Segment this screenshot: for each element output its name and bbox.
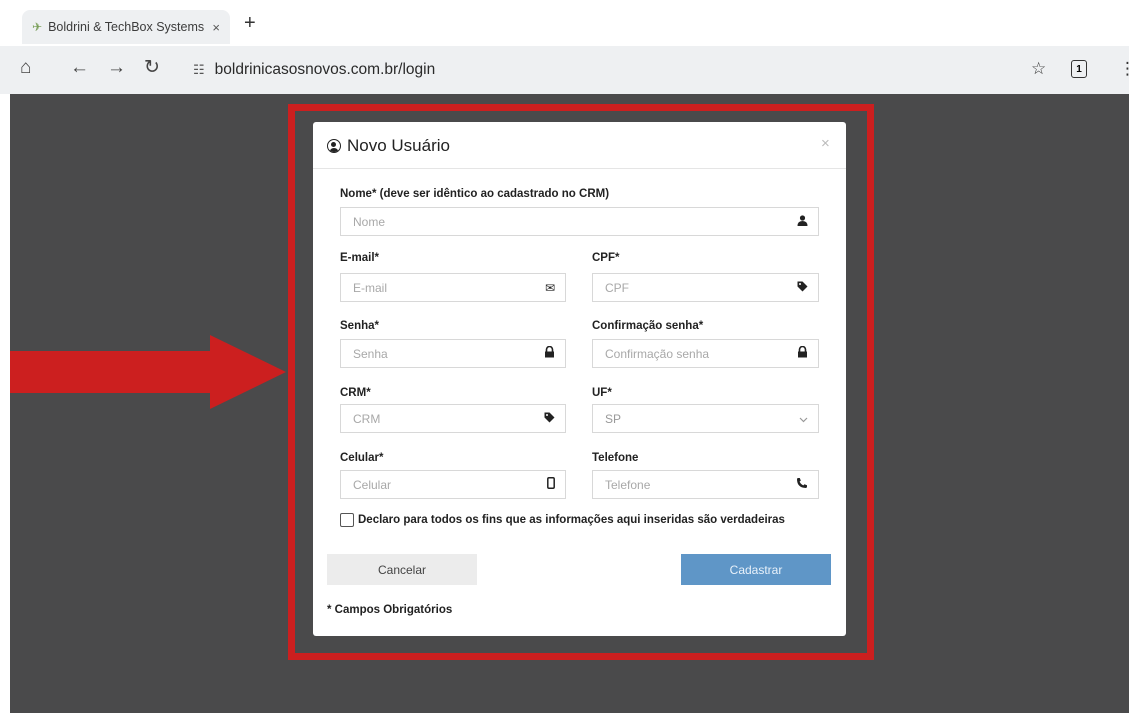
declaration-text: Declaro para todos os fins que as inform… [358, 514, 785, 526]
telefone-placeholder: Telefone [605, 477, 651, 492]
chevron-down-icon [799, 412, 808, 426]
celular-placeholder: Celular [353, 477, 392, 492]
site-favicon-icon: ✈ [32, 20, 43, 34]
modal-title-text: Novo Usuário [347, 136, 450, 155]
tab-close-button[interactable]: × [212, 20, 220, 35]
user-circle-icon [327, 139, 341, 153]
crm-placeholder: CRM [353, 411, 381, 426]
forward-icon[interactable]: → [107, 58, 126, 78]
browser-tab[interactable]: ✈ Boldrini & TechBox Systems × [22, 10, 230, 44]
tag-icon [797, 281, 808, 295]
senha-label: Senha* [340, 320, 379, 332]
home-icon[interactable]: ⌂ [20, 58, 31, 78]
lock-icon [797, 345, 808, 361]
celular-input[interactable]: Celular [340, 470, 566, 499]
telefone-input[interactable]: Telefone [592, 470, 819, 499]
nome-label: Nome* (deve ser idêntico ao cadastrado n… [340, 188, 610, 200]
senha-placeholder: Senha [353, 346, 388, 361]
nome-input[interactable]: Nome [340, 207, 819, 236]
tab-title: Boldrini & TechBox Systems [48, 20, 205, 34]
required-fields-note: * Campos Obrigatórios [327, 604, 453, 616]
menu-icon[interactable]: ⋮ [1119, 59, 1129, 79]
url-text: boldrinicasosnovos.com.br/login [214, 61, 436, 78]
modal-close-button[interactable]: × [821, 135, 830, 152]
confirmacao-input[interactable]: Confirmação senha [592, 339, 819, 368]
cancel-button[interactable]: Cancelar [327, 554, 477, 585]
confirmacao-placeholder: Confirmação senha [605, 346, 710, 361]
browser-toolbar: ⌂ ← → ↻ ☷ boldrinicasosnovos.com.br/logi… [0, 46, 1129, 94]
declaration-checkbox[interactable] [340, 513, 354, 527]
modal-title: Novo Usuário [327, 136, 450, 156]
nome-placeholder: Nome [353, 214, 386, 229]
modal-header: Novo Usuário × [313, 122, 846, 169]
email-input[interactable]: E-mail ✉ [340, 273, 566, 302]
crm-input[interactable]: CRM [340, 404, 566, 433]
confirmacao-label: Confirmação senha* [592, 320, 704, 332]
envelope-icon: ✉ [544, 280, 555, 295]
reload-icon[interactable]: ↻ [144, 58, 160, 78]
back-icon[interactable]: ← [70, 58, 89, 78]
senha-input[interactable]: Senha [340, 339, 566, 368]
browser-tab-bar: ✈ Boldrini & TechBox Systems × + [0, 0, 1129, 46]
lock-icon [544, 345, 555, 361]
cpf-input[interactable]: CPF [592, 273, 819, 302]
uf-select[interactable]: SP [592, 404, 819, 433]
email-label: E-mail* [340, 252, 379, 264]
tag-icon [544, 412, 555, 426]
user-icon [797, 214, 808, 229]
extension-icon[interactable]: 1 [1071, 60, 1087, 78]
telefone-label: Telefone [592, 452, 639, 464]
celular-label: Celular* [340, 452, 384, 464]
uf-selected-value: SP [605, 411, 622, 426]
cpf-label: CPF* [592, 252, 620, 264]
new-user-modal: Novo Usuário × Nome* (deve ser idêntico … [313, 122, 846, 636]
phone-icon [796, 477, 808, 492]
declaration-row[interactable]: Declaro para todos os fins que as inform… [340, 513, 785, 527]
new-tab-button[interactable]: + [244, 12, 256, 35]
star-icon[interactable]: ☆ [1031, 59, 1046, 79]
address-bar[interactable]: ☷ boldrinicasosnovos.com.br/login [183, 53, 1018, 87]
site-info-icon[interactable]: ☷ [193, 62, 205, 78]
crm-label: CRM* [340, 387, 371, 399]
mobile-icon [547, 477, 555, 492]
submit-button[interactable]: Cadastrar [681, 554, 831, 585]
cpf-placeholder: CPF [605, 280, 629, 295]
email-placeholder: E-mail [353, 280, 388, 295]
annotation-arrow-icon [10, 335, 286, 409]
uf-label: UF* [592, 387, 612, 399]
